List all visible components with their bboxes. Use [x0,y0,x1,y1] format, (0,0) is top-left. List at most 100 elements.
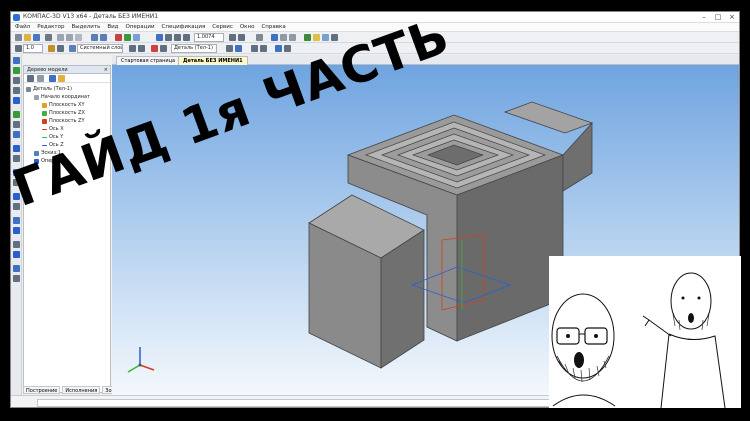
arrays-icon[interactable] [13,121,20,128]
tool-a-icon[interactable] [13,241,20,248]
zoom-in-icon[interactable] [174,34,181,41]
plane-zy-icon [42,119,47,124]
tree-toolbar [24,74,110,83]
cut-icon[interactable] [57,34,64,41]
light-icon[interactable] [313,34,320,41]
plane-xy-icon [42,103,47,108]
close-icon[interactable]: × [725,12,739,22]
sketch-icon[interactable] [251,45,258,52]
perspective-icon[interactable] [304,34,311,41]
open-file-icon[interactable] [24,34,31,41]
part-icon [26,87,31,92]
axis-y-icon [42,137,47,138]
view-icon[interactable] [156,34,163,41]
tool-c-icon[interactable] [13,265,20,272]
tab-active-document[interactable]: Деталь БЕЗ ИМЕНИ1 [178,56,248,65]
shaded-icon[interactable] [271,34,278,41]
tab-versions[interactable]: Исполнения [62,386,101,394]
extrude-icon[interactable] [275,45,282,52]
material-icon[interactable] [235,45,242,52]
wireframe-icon[interactable] [280,34,287,41]
annotations-icon[interactable] [13,87,20,94]
undo-icon[interactable] [91,34,98,41]
tree-mode-icon[interactable] [27,75,34,82]
origin-icon [34,95,39,100]
constraints-icon[interactable] [13,97,20,104]
menu-help[interactable]: Справка [261,23,285,31]
close-panel-icon[interactable]: × [104,66,108,74]
edit-sketch-icon[interactable] [260,45,267,52]
grid-icon[interactable] [48,45,55,52]
menu-file[interactable]: Файл [15,23,30,31]
edit-part-icon[interactable] [13,57,20,64]
minimize-icon[interactable]: – [697,12,711,22]
print-icon[interactable] [45,34,52,41]
tree-item-plane-xy[interactable]: Плоскость XY [24,101,110,109]
scale-field[interactable]: 1.0074 [194,33,224,42]
new-file-icon[interactable] [15,34,22,41]
tree-sort-icon[interactable] [37,75,44,82]
axis-z-icon [42,145,47,146]
tab-start-page[interactable]: Стартовая страница [116,56,181,65]
tree-item-part[interactable]: Деталь (Тел-1) [24,85,110,93]
snap-icon[interactable] [138,45,145,52]
menu-select[interactable]: Выделить [71,23,100,31]
tree-view-icon[interactable] [49,75,56,82]
measure-tool-icon[interactable] [13,145,20,152]
manager-icon[interactable] [133,34,140,41]
filter-icon[interactable] [129,45,136,52]
menu-operations[interactable]: Операции [125,23,154,31]
tab-construction[interactable]: Построение [23,386,61,394]
axis-x-icon [42,129,47,130]
copy-icon[interactable] [66,34,73,41]
menu-edit[interactable]: Редактор [37,23,64,31]
step-icon[interactable] [15,45,22,52]
tree-item-plane-zy[interactable]: Плоскость ZY [24,117,110,125]
step-field[interactable]: 1.0 [23,44,43,53]
pan-icon[interactable] [229,34,236,41]
redo-icon[interactable] [100,34,107,41]
menu-specification[interactable]: Спецификация [162,23,206,31]
surfaces-icon[interactable] [13,111,20,118]
properties-icon[interactable] [115,34,122,41]
zoom-window-icon[interactable] [165,34,172,41]
tool-b-icon[interactable] [13,251,20,258]
save-icon[interactable] [33,34,40,41]
model-tree-panel: Дерево модели × Деталь (Тел-1) Начало ко… [23,65,111,393]
color-icon[interactable] [226,45,233,52]
cursor-icon[interactable] [160,45,167,52]
curves-icon[interactable] [13,227,20,234]
help-icon[interactable] [322,34,329,41]
view-tool-icon[interactable] [13,217,20,224]
geometry-icon[interactable] [13,67,20,74]
compact-toolbar [11,55,22,395]
measure-icon[interactable] [284,45,291,52]
menu-window[interactable]: Окно [240,23,255,31]
video-frame: КОМПАС-3D V13 x64 - Деталь БЕЗ ИМЕНИ1 – … [0,0,750,421]
title-bar: КОМПАС-3D V13 x64 - Деталь БЕЗ ИМЕНИ1 – … [11,12,739,23]
orientation-icon[interactable] [256,34,263,41]
paste-icon[interactable] [75,34,82,41]
maximize-icon[interactable]: □ [711,12,725,22]
zoom-out-icon[interactable] [183,34,190,41]
kompas-logo-icon [13,14,20,21]
tool-icon[interactable] [331,34,338,41]
sheet-metal-icon[interactable] [13,131,20,138]
tree-item-origin[interactable]: Начало координат [24,93,110,101]
tree-title: Дерево модели [27,67,68,73]
hidden-lines-icon[interactable] [289,34,296,41]
menu-service[interactable]: Сервис [212,23,233,31]
meme-drawing [549,256,741,409]
layer-icon[interactable] [69,45,76,52]
tool-d-icon[interactable] [13,275,20,282]
layer-select[interactable]: Системный слой (0) [77,44,123,53]
local-cs-icon[interactable] [151,45,158,52]
menu-view[interactable]: Вид [107,23,118,31]
rotate-icon[interactable] [238,34,245,41]
tree-filter-icon[interactable] [58,75,65,82]
tree-item-plane-zx[interactable]: Плоскость ZX [24,109,110,117]
ortho-icon[interactable] [57,45,64,52]
part-select[interactable]: Деталь (Тел-1) [171,44,217,53]
library-icon[interactable] [124,34,131,41]
dimensions-icon[interactable] [13,77,20,84]
